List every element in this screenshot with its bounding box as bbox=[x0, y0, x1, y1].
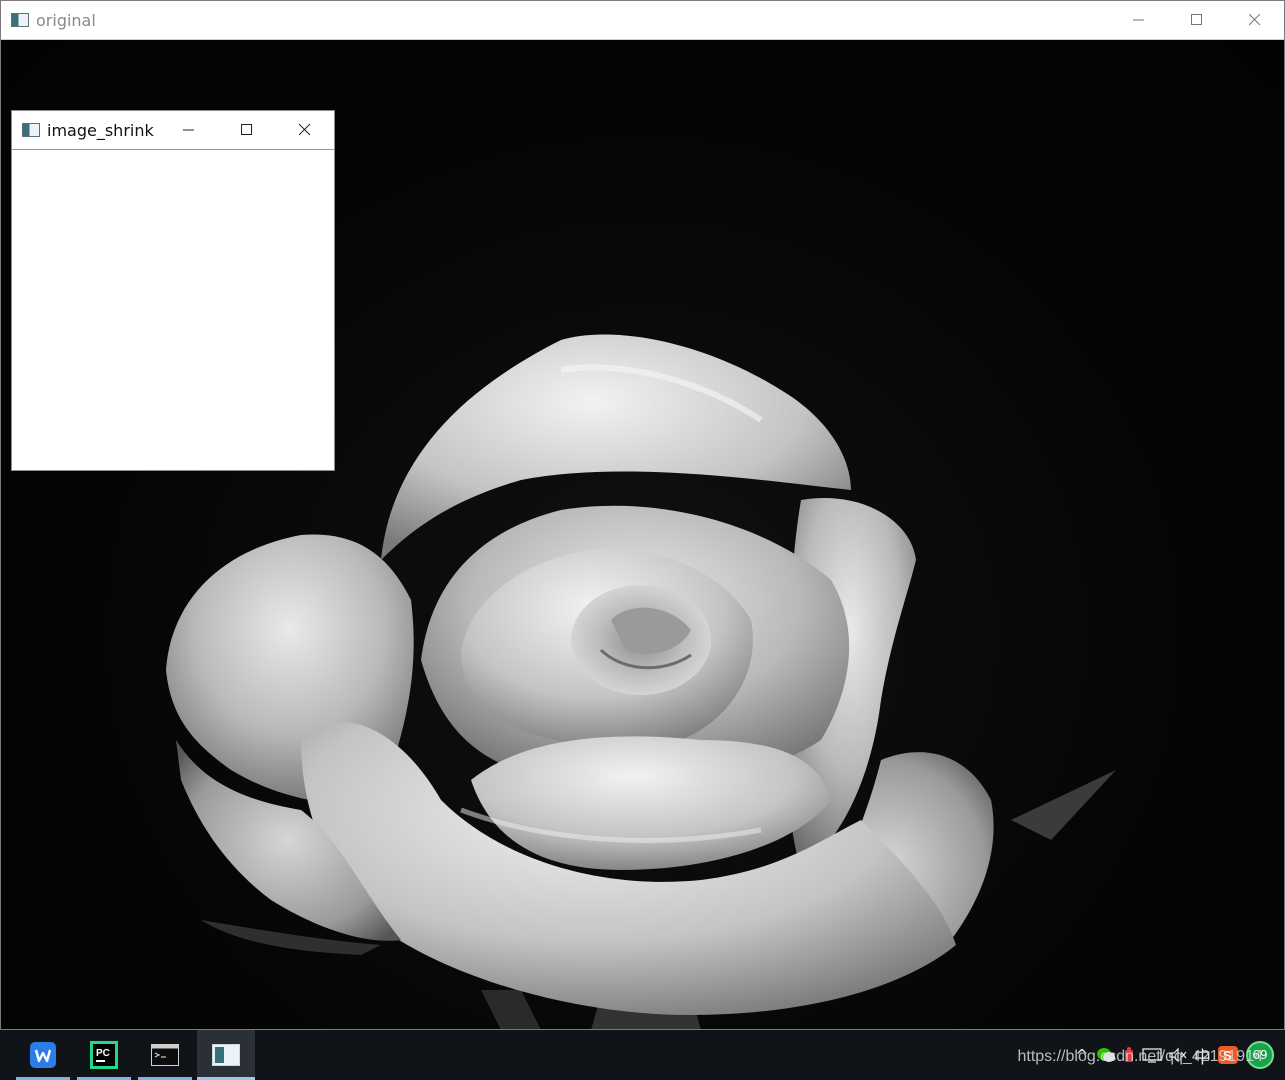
window-controls bbox=[1110, 1, 1284, 39]
taskbar-app-wps[interactable] bbox=[14, 1030, 72, 1080]
minimize-icon bbox=[1133, 19, 1144, 21]
image-shrink-window: image_shrink bbox=[11, 110, 335, 471]
minimize-button[interactable] bbox=[1110, 1, 1168, 39]
child-maximize-button[interactable] bbox=[218, 111, 276, 149]
minimize-icon bbox=[183, 129, 194, 131]
pycharm-icon: PC bbox=[90, 1041, 118, 1069]
maximize-icon bbox=[1191, 14, 1202, 25]
opencv-window-icon bbox=[212, 1044, 240, 1066]
close-icon bbox=[299, 124, 311, 136]
maximize-button[interactable] bbox=[1168, 1, 1226, 39]
app-window-icon bbox=[11, 13, 29, 27]
window-title: original bbox=[36, 10, 96, 30]
child-window-title: image_shrink bbox=[47, 120, 154, 140]
child-window-controls bbox=[160, 111, 334, 149]
wps-icon bbox=[30, 1042, 56, 1068]
taskbar-app-terminal[interactable] bbox=[136, 1030, 194, 1080]
svg-text:PC: PC bbox=[96, 1048, 110, 1059]
image-shrink-canvas bbox=[12, 150, 334, 470]
taskbar-app-pycharm[interactable]: PC bbox=[75, 1030, 133, 1080]
maximize-icon bbox=[241, 124, 252, 135]
image-shrink-titlebar[interactable]: image_shrink bbox=[12, 111, 334, 150]
app-window-icon bbox=[22, 123, 40, 137]
child-close-button[interactable] bbox=[276, 111, 334, 149]
close-button[interactable] bbox=[1226, 1, 1284, 39]
close-icon bbox=[1249, 14, 1261, 26]
terminal-icon bbox=[151, 1044, 179, 1066]
taskbar-app-opencv-window[interactable] bbox=[197, 1030, 255, 1080]
original-titlebar[interactable]: original bbox=[1, 1, 1284, 40]
child-minimize-button[interactable] bbox=[160, 111, 218, 149]
watermark-url: https://blog.csdn.net/qq_42191914 bbox=[1017, 1048, 1263, 1065]
